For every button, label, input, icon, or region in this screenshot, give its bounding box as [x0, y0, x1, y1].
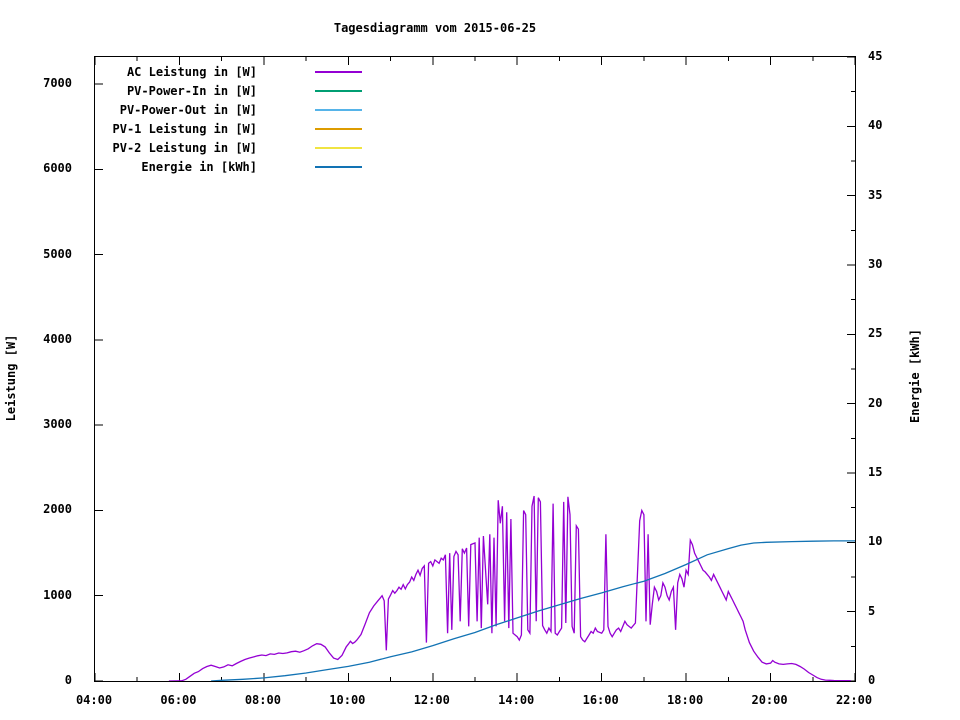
legend-label: Energie in [kWh] [94, 160, 257, 174]
y-left-tick-label: 1000 [20, 588, 72, 602]
legend: AC Leistung in [W] PV-Power-In in [W] PV-P… [94, 62, 364, 176]
y-right-tick-label: 45 [868, 49, 912, 63]
y-right-tick-label: 40 [868, 118, 912, 132]
x-tick-label: 16:00 [575, 693, 627, 707]
y-left-tick-label: 3000 [20, 417, 72, 431]
legend-label: PV-2 Leistung in [W] [94, 141, 257, 155]
legend-item: PV-Power-In in [W] [94, 81, 364, 100]
y-right-tick-label: 5 [868, 604, 912, 618]
legend-label: AC Leistung in [W] [94, 65, 257, 79]
y-right-tick-label: 20 [868, 396, 912, 410]
legend-label: PV-Power-In in [W] [94, 84, 257, 98]
x-tick-label: 22:00 [828, 693, 880, 707]
legend-label: PV-1 Leistung in [W] [94, 122, 257, 136]
x-tick-label: 18:00 [659, 693, 711, 707]
legend-line-sample [315, 71, 362, 73]
x-tick-label: 08:00 [237, 693, 289, 707]
chart-canvas: Tagesdiagramm vom 2015-06-25 Leistung [W… [0, 0, 960, 720]
y-right-tick-label: 35 [868, 188, 912, 202]
y-left-tick-label: 5000 [20, 247, 72, 261]
y-right-tick-label: 25 [868, 326, 912, 340]
legend-line-sample [315, 109, 362, 111]
y-right-tick-label: 10 [868, 534, 912, 548]
series-line-ac-leistung-in-w [169, 496, 851, 681]
legend-item: PV-1 Leistung in [W] [94, 119, 364, 138]
legend-item: PV-2 Leistung in [W] [94, 138, 364, 157]
legend-item: AC Leistung in [W] [94, 62, 364, 81]
y-right-tick-label: 0 [868, 673, 912, 687]
legend-line-sample [315, 90, 362, 92]
x-tick-label: 14:00 [490, 693, 542, 707]
y-axis-left-label: Leistung [W] [4, 308, 18, 448]
legend-line-sample [315, 166, 362, 168]
legend-item: PV-Power-Out in [W] [94, 100, 364, 119]
legend-line-sample [315, 128, 362, 130]
y-right-tick-label: 30 [868, 257, 912, 271]
x-tick-label: 20:00 [744, 693, 796, 707]
x-tick-label: 12:00 [406, 693, 458, 707]
y-left-tick-label: 2000 [20, 502, 72, 516]
legend-item: Energie in [kWh] [94, 157, 364, 176]
chart-title: Tagesdiagramm vom 2015-06-25 [285, 21, 585, 35]
y-left-tick-label: 6000 [20, 161, 72, 175]
x-tick-label: 04:00 [68, 693, 120, 707]
x-tick-label: 06:00 [152, 693, 204, 707]
y-left-tick-label: 4000 [20, 332, 72, 346]
series-line-energie-in-kwh [211, 541, 855, 681]
x-tick-label: 10:00 [321, 693, 373, 707]
y-left-tick-label: 7000 [20, 76, 72, 90]
y-left-tick-label: 0 [20, 673, 72, 687]
legend-line-sample [315, 147, 362, 149]
legend-label: PV-Power-Out in [W] [94, 103, 257, 117]
y-right-tick-label: 15 [868, 465, 912, 479]
